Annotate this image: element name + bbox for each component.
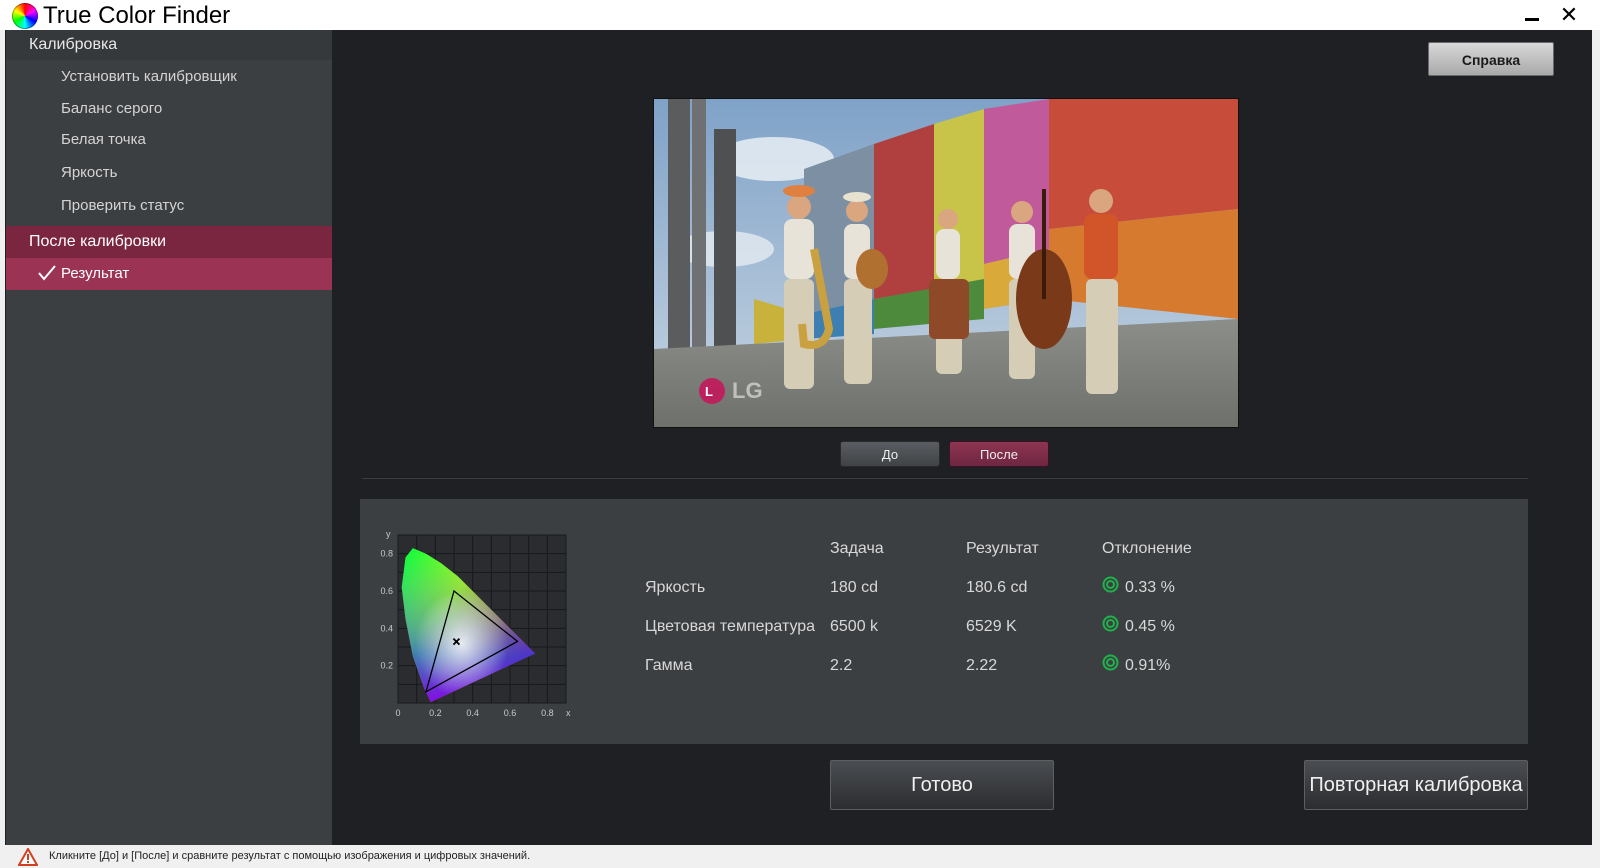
row-brightness-result: 180.6 cd (966, 579, 1028, 596)
chart-y-axis-label: y (386, 529, 391, 539)
row-brightness-deviation: 0.33 % (1125, 579, 1175, 596)
sidebar-item-check-status[interactable]: Проверить статус (6, 191, 332, 221)
sidebar-section-after-calibration: После калибровки (6, 226, 332, 258)
column-header-deviation: Отклонение (1102, 540, 1192, 557)
chart-y-tick-label: 0.6 (380, 586, 393, 596)
cie-chart-svg: 0 0.2 0.4 0.6 0.8 0.2 0.4 0.6 0.8 x y (380, 529, 571, 718)
chart-x-tick-label: 0.6 (504, 708, 517, 718)
status-message: Кликните [До] и [После] и сравните резул… (49, 850, 531, 862)
minimize-button[interactable] (1519, 3, 1545, 27)
chart-y-tick-label: 0.2 (380, 661, 393, 671)
preview-illustration: L LG (654, 99, 1238, 427)
before-button[interactable]: До (840, 441, 940, 467)
chart-x-tick-label: 0.4 (466, 708, 479, 718)
row-color-temp-target: 6500 k (830, 618, 879, 635)
row-brightness-label: Яркость (645, 579, 706, 596)
checkmark-icon (38, 265, 56, 281)
sidebar-item-install-calibrator[interactable]: Установить калибровщик (6, 62, 332, 92)
sidebar-item-white-point[interactable]: Белая точка (6, 125, 332, 155)
results-panel: 0 0.2 0.4 0.6 0.8 0.2 0.4 0.6 0.8 x y Задача Резул… (360, 499, 1528, 744)
chart-y-tick-label: 0.4 (380, 623, 393, 633)
status-ok-icon (1102, 576, 1119, 593)
chart-x-tick-label: 0.8 (541, 708, 554, 718)
help-button[interactable]: Справка (1428, 42, 1554, 76)
sidebar-section-calibration: Калибровка (6, 30, 332, 60)
status-ok-icon (1102, 654, 1119, 671)
window-border (1592, 30, 1600, 845)
chart-x-axis-label: x (566, 708, 571, 718)
divider (362, 478, 1528, 479)
after-button[interactable]: После (949, 441, 1049, 467)
title-bar: True Color Finder ✕ (0, 0, 1600, 30)
column-header-target: Задача (830, 540, 884, 557)
sidebar-item-gray-balance[interactable]: Баланс серого (6, 94, 332, 124)
sidebar: Калибровка Установить калибровщик Баланс… (6, 30, 332, 845)
svg-text:L: L (705, 384, 713, 399)
recalibrate-button[interactable]: Повторная калибровка (1304, 760, 1528, 810)
watermark-text: LG (732, 378, 763, 403)
row-gamma-result: 2.22 (966, 657, 998, 674)
column-header-result: Результат (966, 540, 1039, 557)
status-ok-icon (1102, 615, 1119, 632)
row-gamma-deviation: 0.91% (1125, 657, 1171, 674)
sidebar-item-result-label: Результат (61, 265, 130, 282)
row-color-temp-deviation: 0.45 % (1125, 618, 1175, 635)
status-bar: Кликните [До] и [После] и сравните резул… (0, 845, 1600, 868)
close-button[interactable]: ✕ (1556, 3, 1582, 27)
sidebar-item-result[interactable]: Результат (6, 258, 332, 290)
row-gamma-target: 2.2 (830, 657, 853, 674)
window-title: True Color Finder (43, 2, 231, 29)
main-content: Справка L LG До После 0 0.2 0.4 0.6 0.8 … (332, 30, 1592, 845)
row-brightness-target: 180 cd (830, 579, 879, 596)
row-gamma-label: Гамма (645, 657, 693, 674)
preview-image: L LG (653, 98, 1239, 428)
row-color-temp-label: Цветовая температура (645, 618, 816, 635)
app-logo-icon (12, 3, 38, 29)
warning-icon (18, 848, 38, 866)
chart-y-tick-label: 0.8 (380, 549, 393, 559)
row-color-temp-result: 6529 K (966, 618, 1017, 635)
chart-x-tick-label: 0.2 (429, 708, 442, 718)
done-button[interactable]: Готово (830, 760, 1054, 810)
sidebar-item-brightness[interactable]: Яркость (6, 158, 332, 188)
chart-x-tick-label: 0 (395, 708, 400, 718)
cie-chart: 0 0.2 0.4 0.6 0.8 0.2 0.4 0.6 0.8 x y (368, 527, 578, 727)
